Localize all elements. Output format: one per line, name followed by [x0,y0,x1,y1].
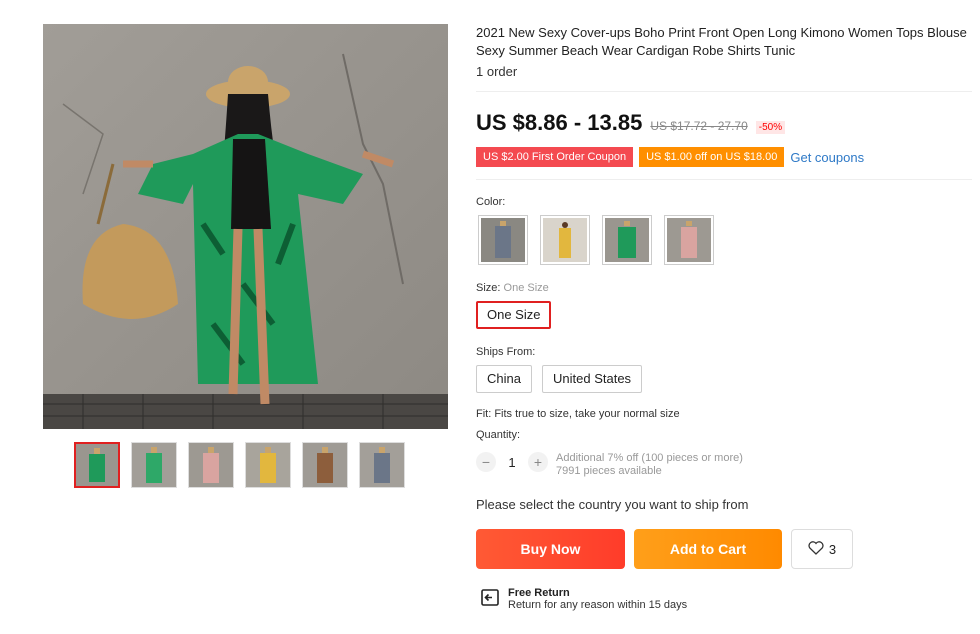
return-subtitle: Return for any reason within 15 days [508,599,688,611]
quantity-label: Quantity: [476,429,521,441]
ships-from-label: Ships From: [476,346,536,358]
ships-from-china[interactable]: China [476,365,532,393]
quantity-increase-button[interactable]: + [528,452,548,472]
buy-now-button[interactable]: Buy Now [476,529,625,569]
quantity-value[interactable]: 1 [496,455,528,470]
heart-icon [808,540,824,558]
wishlist-count: 3 [828,541,837,557]
divider [476,179,972,180]
product-title: 2021 New Sexy Cover-ups Boho Print Front… [476,25,967,58]
get-coupons-link[interactable]: Get coupons [790,150,864,165]
fit-note: Fit: Fits true to size, take your normal… [476,408,680,420]
color-option-pink[interactable] [664,215,714,265]
thumbnail-yellow-kimono[interactable] [245,442,291,488]
size-label: Size: One Size [476,282,549,294]
color-swatches [478,215,714,265]
color-option-yellow[interactable] [540,215,590,265]
price-row: US $8.86 - 13.85 US $17.72 - 27.70 -50% [476,110,786,136]
store-coupon[interactable]: US $1.00 off on US $18.00 [639,147,785,167]
thumbnail-brown-kimono[interactable] [302,442,348,488]
color-label: Color: [476,196,506,208]
return-title: Free Return [508,587,570,599]
first-order-coupon[interactable]: US $2.00 First Order Coupon [476,147,634,167]
discount-badge: -50% [755,121,786,134]
divider [476,91,972,92]
bulk-discount-note: Additional 7% off (100 pieces or more) [556,452,743,464]
wishlist-button[interactable]: 3 [791,529,853,569]
thumbnail-green-kimono[interactable] [74,442,120,488]
stock-available: 7991 pieces available [556,465,662,477]
thumbnail-strip [74,442,405,488]
add-to-cart-button[interactable]: Add to Cart [634,529,782,569]
color-option-green[interactable] [602,215,652,265]
thumbnail-grey-kimono[interactable] [359,442,405,488]
ship-country-message: Please select the country you want to sh… [476,497,749,512]
main-product-image[interactable] [43,24,448,429]
thumbnail-green-kimono-2[interactable] [131,442,177,488]
thumbnail-pink-kimono[interactable] [188,442,234,488]
quantity-stepper: − 1 + [476,452,548,472]
size-label-text: Size: [476,282,501,294]
color-option-grey[interactable] [478,215,528,265]
quantity-info: Additional 7% off (100 pieces or more) 7… [556,452,743,478]
quantity-decrease-button[interactable]: − [476,452,496,472]
ships-from-united-states[interactable]: United States [542,365,643,393]
return-icon [480,587,500,612]
free-return-notice: Free Return Return for any reason within… [480,587,687,612]
size-selected-value: One Size [503,282,549,294]
original-price: US $17.72 - 27.70 [650,119,748,133]
current-price: US $8.86 - 13.85 [476,110,643,135]
size-option-one-size[interactable]: One Size [476,301,552,329]
coupon-row: US $2.00 First Order Coupon US $1.00 off… [476,147,864,167]
order-count: 1 order [476,64,518,79]
